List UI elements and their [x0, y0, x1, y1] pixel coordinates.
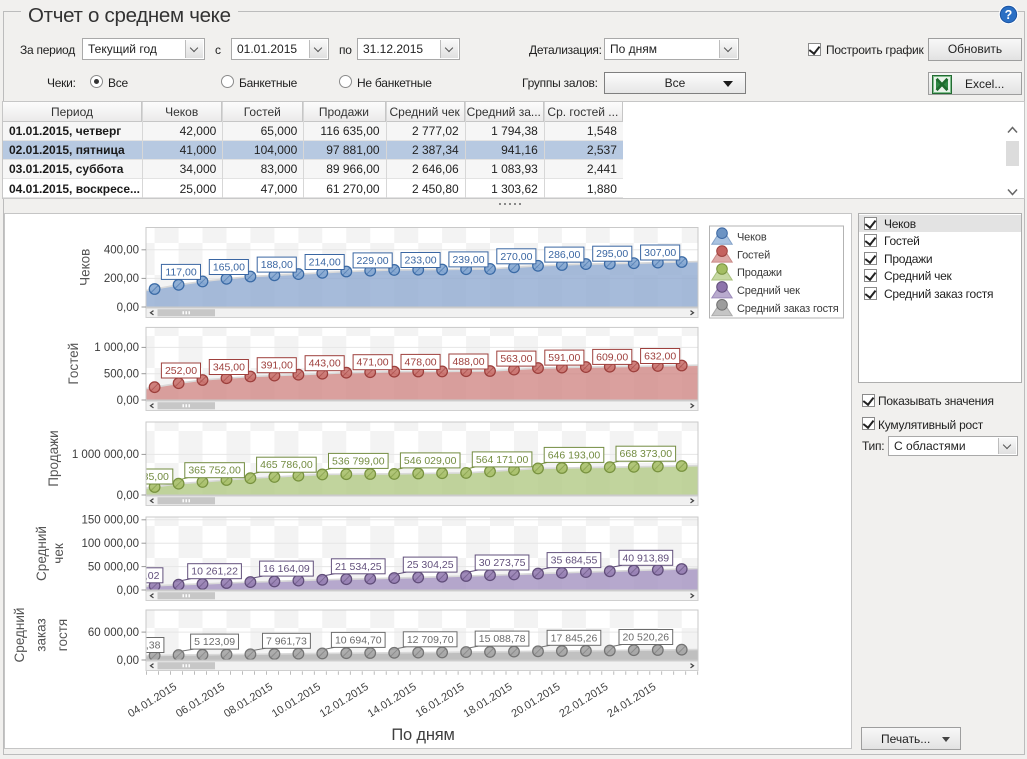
svg-text:12.01.2015: 12.01.2015 [318, 681, 371, 720]
svg-text:0,00: 0,00 [117, 585, 139, 597]
svg-text:25 304,25: 25 304,25 [407, 559, 454, 571]
svg-text:Средний заказ гостя: Средний заказ гостя [737, 303, 839, 315]
svg-text:0,00: 0,00 [117, 302, 139, 314]
svg-text:117,00: 117,00 [165, 266, 196, 278]
svg-text:270,00: 270,00 [500, 251, 532, 263]
svg-text:465 786,00: 465 786,00 [260, 459, 313, 471]
svg-text:591,00: 591,00 [548, 352, 580, 364]
svg-text:30 273,75: 30 273,75 [479, 557, 526, 569]
svg-text:16.01.2015: 16.01.2015 [414, 681, 467, 720]
svg-text:40 913,89: 40 913,89 [622, 552, 669, 564]
svg-text:12 709,70: 12 709,70 [407, 634, 454, 646]
svg-text:214,00: 214,00 [309, 257, 341, 269]
svg-text:35 684,55: 35 684,55 [551, 555, 598, 567]
svg-text:239,00: 239,00 [452, 254, 484, 266]
svg-text:252,00: 252,00 [165, 365, 197, 377]
svg-text:668 373,00: 668 373,00 [620, 448, 673, 460]
svg-text:60 000,00: 60 000,00 [88, 627, 139, 639]
svg-text:307,00: 307,00 [644, 247, 676, 259]
svg-text:150 000,00: 150 000,00 [81, 515, 139, 527]
svg-text:0,00: 0,00 [117, 490, 139, 502]
svg-text:04.01.2015: 04.01.2015 [126, 681, 179, 720]
svg-text:365 752,00: 365 752,00 [188, 465, 241, 477]
svg-text:646 193,00: 646 193,00 [548, 449, 601, 461]
svg-text:1 000,00: 1 000,00 [94, 342, 139, 354]
svg-text:20 520,26: 20 520,26 [622, 632, 669, 644]
svg-text:18.01.2015: 18.01.2015 [462, 681, 515, 720]
svg-text:546 029,00: 546 029,00 [404, 455, 457, 467]
svg-text:478,00: 478,00 [405, 356, 437, 368]
svg-text:7 961,73: 7 961,73 [266, 635, 307, 647]
svg-text:06.01.2015: 06.01.2015 [174, 681, 227, 720]
svg-text:22.01.2015: 22.01.2015 [557, 681, 610, 720]
svg-text:443,00: 443,00 [309, 358, 341, 370]
svg-text:50 000,00: 50 000,00 [88, 561, 139, 573]
svg-text:116 635,00: 116 635,00 [117, 471, 169, 483]
svg-text:Продажи: Продажи [737, 267, 782, 279]
svg-text:200,00: 200,00 [104, 273, 139, 285]
svg-text:Гостей: Гостей [66, 343, 81, 385]
svg-text:564 171,00: 564 171,00 [476, 454, 529, 466]
svg-text:гостя: гостя [55, 619, 70, 651]
svg-text:295,00: 295,00 [596, 248, 628, 260]
svg-text:632,00: 632,00 [644, 351, 676, 363]
svg-text:563,00: 563,00 [500, 353, 532, 365]
svg-text:заказ: заказ [34, 618, 49, 651]
svg-text:чек: чек [51, 543, 66, 564]
svg-text:16 164,09: 16 164,09 [263, 563, 310, 575]
svg-text:536 799,00: 536 799,00 [332, 455, 385, 467]
svg-text:10 261,22: 10 261,22 [191, 566, 238, 578]
svg-text:0,00: 0,00 [117, 655, 139, 667]
svg-text:286,00: 286,00 [548, 249, 580, 261]
svg-text:1 794,38: 1 794,38 [120, 640, 161, 652]
svg-text:471,00: 471,00 [357, 357, 389, 369]
svg-text:Средний: Средний [34, 526, 49, 581]
svg-text:Гостей: Гостей [737, 249, 770, 261]
svg-text:5 123,09: 5 123,09 [194, 636, 235, 648]
svg-text:14.01.2015: 14.01.2015 [366, 681, 419, 720]
svg-text:391,00: 391,00 [261, 360, 293, 372]
svg-text:Чеков: Чеков [78, 249, 93, 286]
svg-text:21 534,25: 21 534,25 [335, 561, 382, 573]
svg-text:08.01.2015: 08.01.2015 [222, 681, 275, 720]
svg-text:100 000,00: 100 000,00 [81, 538, 139, 550]
svg-text:10 694,70: 10 694,70 [335, 634, 382, 646]
svg-text:По дням: По дням [391, 726, 454, 744]
svg-text:500,00: 500,00 [104, 369, 139, 381]
svg-text:188,00: 188,00 [261, 259, 293, 271]
svg-text:17 845,26: 17 845,26 [551, 632, 598, 644]
svg-text:24.01.2015: 24.01.2015 [605, 681, 658, 720]
svg-text:1 000 000,00: 1 000 000,00 [72, 449, 139, 461]
svg-text:Средний чек: Средний чек [737, 285, 800, 297]
svg-text:488,00: 488,00 [452, 356, 484, 368]
svg-text:0,00: 0,00 [117, 395, 139, 407]
svg-text:10.01.2015: 10.01.2015 [270, 681, 323, 720]
svg-text:Продажи: Продажи [46, 430, 61, 486]
svg-text:345,00: 345,00 [213, 362, 245, 374]
svg-text:Средний: Средний [12, 608, 27, 663]
svg-text:Чеков: Чеков [737, 231, 767, 243]
svg-text:165,00: 165,00 [213, 262, 245, 274]
svg-text:20.01.2015: 20.01.2015 [509, 681, 562, 720]
svg-text:400,00: 400,00 [104, 245, 139, 257]
svg-text:15 088,78: 15 088,78 [479, 633, 526, 645]
svg-text:609,00: 609,00 [596, 351, 628, 363]
svg-text:229,00: 229,00 [357, 255, 389, 267]
svg-text:233,00: 233,00 [405, 255, 437, 267]
